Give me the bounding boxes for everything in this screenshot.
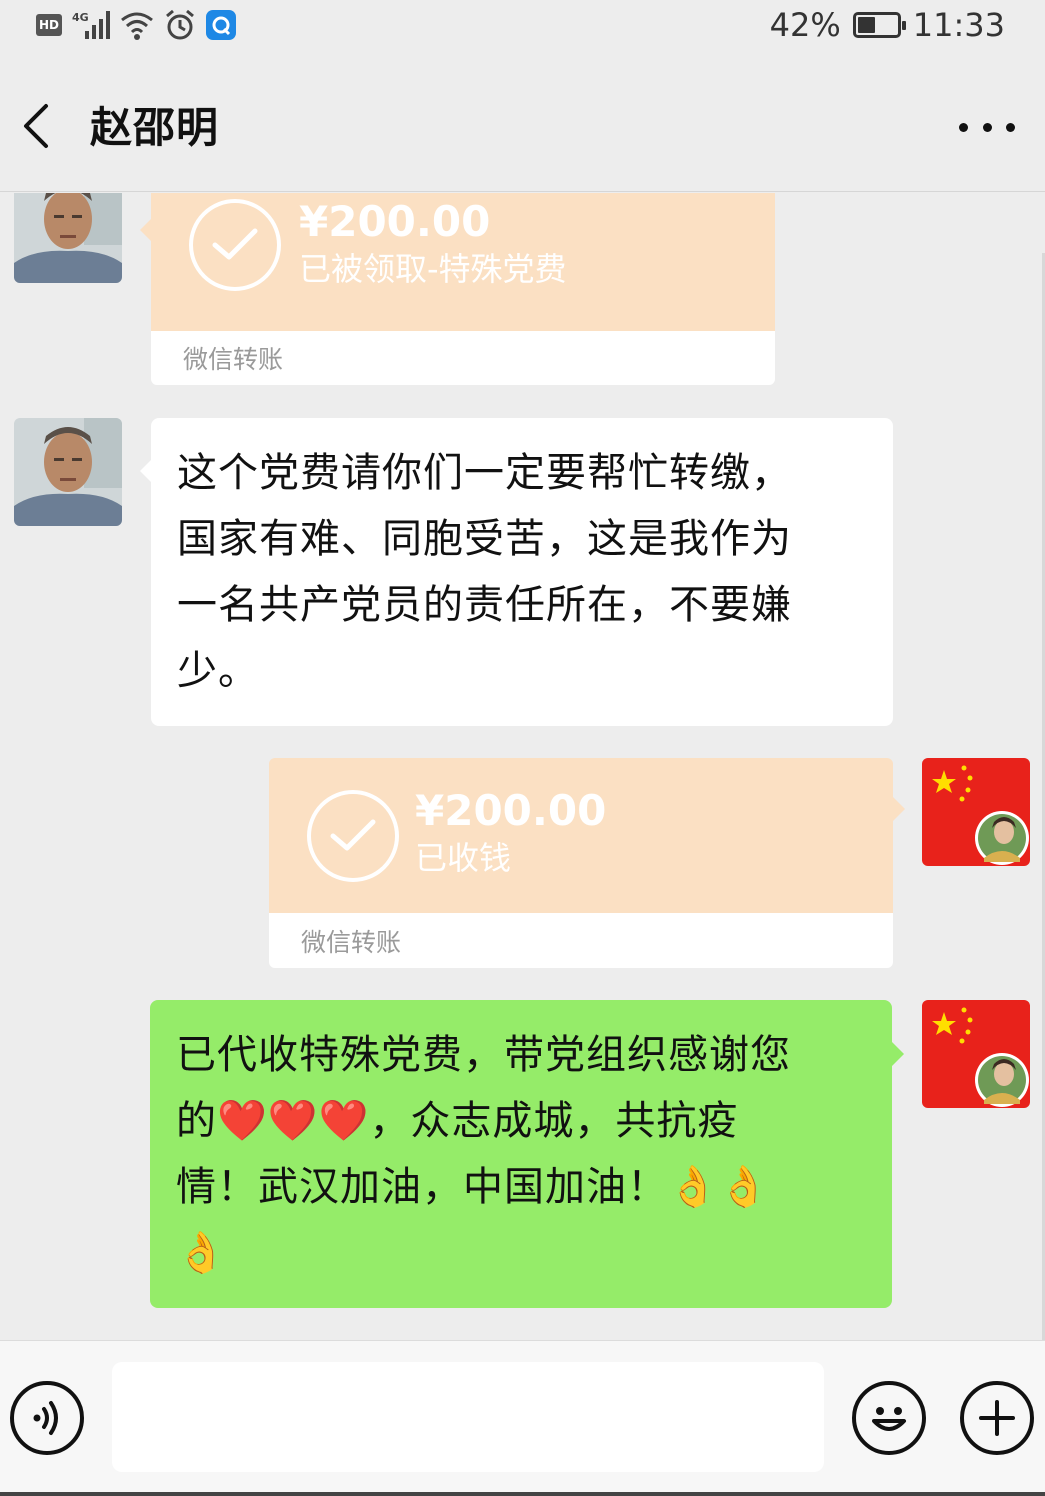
message-input[interactable]: [112, 1362, 824, 1472]
chat-header: 赵邵明: [0, 60, 1045, 192]
voice-button[interactable]: [10, 1381, 84, 1455]
clock: 11:33: [912, 6, 1005, 44]
more-button[interactable]: [959, 112, 1015, 142]
message-line: 已代收特殊党费，带党组织感谢您: [176, 1032, 791, 1078]
message-line: 国家有难、同胞受苦，这是我作为: [177, 516, 792, 562]
status-icons-left: HD 4G: [36, 8, 236, 42]
transfer-footer: 微信转账: [269, 913, 893, 968]
status-icons-right: 42% 11:33: [770, 4, 1005, 46]
transfer-card[interactable]: ¥200.00 已被领取-特殊党费 微信转账: [151, 193, 775, 385]
battery-percent: 42%: [769, 6, 841, 44]
message-line: 👌: [176, 1230, 227, 1276]
message-bubble-outgoing[interactable]: 已代收特殊党费，带党组织感谢您 的❤️❤️❤️，众志成城，共抗疫 情！武汉加油，…: [150, 1000, 892, 1308]
wifi-icon: [120, 10, 154, 40]
plus-button[interactable]: [960, 1381, 1034, 1455]
hd-icon: HD: [36, 14, 62, 36]
input-bar: [0, 1340, 1045, 1496]
chat-title: 赵邵明: [90, 103, 220, 152]
transfer-amount: ¥200.00: [299, 197, 491, 246]
my-avatar[interactable]: [922, 758, 1030, 866]
more-dots-icon: [959, 122, 968, 132]
message-line: 少。: [177, 648, 259, 694]
message-line: 情！武汉加油，中国加油！👌👌: [176, 1164, 770, 1210]
alarm-icon: [164, 9, 196, 41]
transfer-status: 已被领取-特殊党费: [299, 250, 567, 288]
my-avatar[interactable]: [922, 1000, 1030, 1108]
message-line: 这个党费请你们一定要帮忙转缴，: [177, 450, 792, 496]
emoji-button[interactable]: [852, 1381, 926, 1455]
bottom-divider: [0, 1492, 1045, 1496]
back-button[interactable]: [14, 98, 62, 154]
contact-avatar[interactable]: [14, 193, 122, 283]
transfer-amount: ¥200.00: [415, 786, 607, 835]
voice-icon: [33, 1401, 58, 1435]
emoji-icon: [872, 1407, 906, 1431]
chevron-left-icon: [24, 104, 48, 148]
status-bar: HD 4G 42% 11:33: [0, 0, 1045, 56]
browser-icon: [205, 10, 236, 40]
check-circle-icon: [189, 199, 281, 291]
message-bubble-incoming[interactable]: 这个党费请你们一定要帮忙转缴， 国家有难、同胞受苦，这是我作为 一名共产党员的责…: [151, 418, 893, 726]
battery-icon: [852, 12, 906, 38]
message-line: 一名共产党员的责任所在，不要嫌: [177, 582, 792, 628]
plus-icon: [979, 1400, 1015, 1436]
check-circle-icon: [307, 790, 399, 882]
network-type: 4G: [72, 10, 89, 24]
transfer-footer: 微信转账: [151, 331, 775, 385]
contact-avatar[interactable]: [14, 418, 122, 526]
battery-level: [857, 17, 876, 33]
transfer-status: 已收钱: [415, 839, 512, 877]
transfer-card[interactable]: ¥200.00 已收钱 微信转账: [269, 758, 893, 968]
message-list[interactable]: ¥200.00 已被领取-特殊党费 微信转账 这个党费请你们一定要帮忙转缴， 国…: [0, 193, 1045, 1340]
message-line: 的❤️❤️❤️，众志成城，共抗疫: [176, 1098, 739, 1144]
